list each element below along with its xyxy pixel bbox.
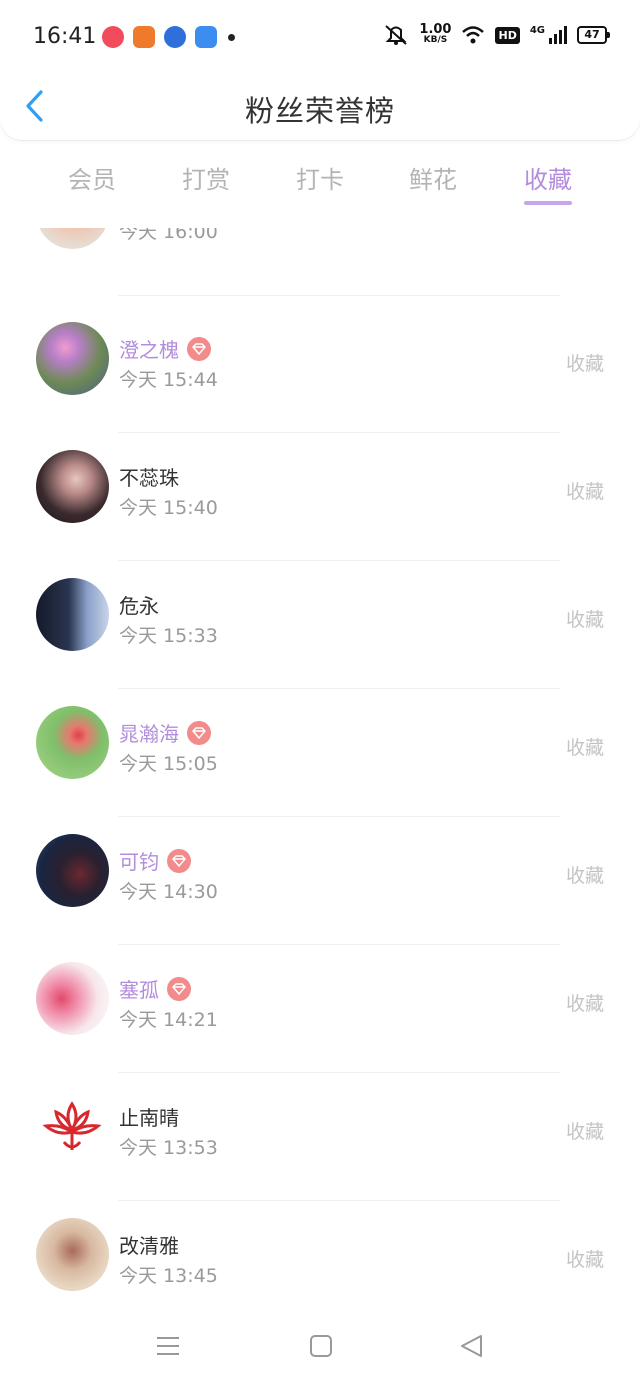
- list-item[interactable]: 止南晴 今天 13:53 收藏: [0, 1073, 640, 1201]
- item-name-text: 可钧: [119, 850, 159, 874]
- avatar[interactable]: [36, 1218, 109, 1291]
- network-speed-value: 1.00: [419, 22, 452, 37]
- app-notification-icon: [195, 26, 217, 48]
- page-title: 粉丝荣誉榜: [244, 94, 395, 128]
- battery-level: 47: [577, 26, 607, 44]
- tab-reward[interactable]: 打赏: [146, 160, 266, 195]
- home-icon[interactable]: [309, 1334, 333, 1358]
- item-time: 今天 15:05: [119, 753, 218, 775]
- item-name: 晁瀚海: [119, 718, 211, 747]
- item-time: 今天 14:30: [119, 881, 218, 903]
- tab-checkin[interactable]: 打卡: [260, 160, 380, 195]
- list-item[interactable]: 澄之槐 今天 15:44 收藏: [0, 305, 640, 433]
- list-item[interactable]: 晁瀚海 今天 15:05 收藏: [0, 689, 640, 817]
- signal-icon: [549, 26, 567, 44]
- item-action: 收藏: [565, 353, 604, 375]
- more-notifications-dot: [228, 33, 235, 41]
- status-time: 16:41: [33, 24, 97, 49]
- item-name: 止南晴: [119, 1106, 179, 1130]
- active-tab-indicator: [524, 201, 572, 205]
- item-name-text: 晁瀚海: [119, 722, 179, 746]
- item-time: 今天 13:45: [119, 1265, 218, 1287]
- avatar[interactable]: [36, 706, 109, 779]
- diamond-icon: [167, 848, 191, 873]
- item-time: 今天 15:40: [119, 497, 218, 519]
- list-item[interactable]: 危永 今天 15:33 收藏: [0, 561, 640, 689]
- item-time: 今天 13:53: [119, 1137, 218, 1159]
- app-notification-icon: [102, 26, 124, 48]
- app-notification-icon: [164, 26, 186, 48]
- wifi-icon: [462, 26, 485, 44]
- list-item[interactable]: 今天 16:00 收藏: [0, 228, 640, 296]
- avatar[interactable]: [36, 1090, 109, 1163]
- list-item[interactable]: 塞孤 今天 14:21 收藏: [0, 945, 640, 1073]
- item-action: 收藏: [565, 609, 604, 631]
- item-action: 收藏: [565, 1121, 604, 1143]
- item-name: 不蕊珠: [119, 466, 179, 490]
- fan-list[interactable]: 今天 16:00 收藏 澄之槐 今天 15:44 收藏 不蕊珠 今天 15:40…: [0, 228, 640, 1310]
- item-time: 今天 15:44: [119, 369, 218, 391]
- menu-icon[interactable]: [156, 1334, 180, 1358]
- network-speed: 1.00 KB/S: [419, 22, 452, 45]
- list-item[interactable]: 不蕊珠 今天 15:40 收藏: [0, 433, 640, 561]
- avatar[interactable]: [36, 962, 109, 1035]
- diamond-icon: [187, 336, 211, 361]
- avatar[interactable]: [36, 450, 109, 523]
- item-name-text: 塞孤: [119, 978, 159, 1002]
- avatar[interactable]: [36, 578, 109, 651]
- app-header: 粉丝荣誉榜: [0, 60, 640, 140]
- hd-badge: HD: [495, 26, 520, 44]
- item-name: 危永: [119, 594, 159, 618]
- item-time: 今天 16:00: [119, 228, 218, 243]
- item-action: 收藏: [565, 865, 604, 887]
- avatar[interactable]: [36, 834, 109, 907]
- item-name: 改清雅: [119, 1234, 179, 1258]
- item-action: 收藏: [565, 737, 604, 759]
- item-time: 今天 14:21: [119, 1009, 218, 1031]
- tab-flowers[interactable]: 鲜花: [373, 160, 493, 195]
- item-name: 澄之槐: [119, 334, 211, 363]
- list-item[interactable]: 改清雅 今天 13:45 收藏: [0, 1201, 640, 1310]
- item-action: 收藏: [565, 1249, 604, 1271]
- network-speed-unit: KB/S: [423, 35, 448, 45]
- tab-favorites[interactable]: 收藏: [488, 160, 608, 195]
- avatar[interactable]: [36, 228, 109, 249]
- tab-bar: 会员 打赏 打卡 鲜花 收藏: [0, 140, 640, 212]
- item-name: 塞孤: [119, 974, 191, 1003]
- diamond-icon: [167, 976, 191, 1001]
- battery-icon: 47: [577, 26, 610, 44]
- divider: [118, 295, 560, 296]
- network-type: 4G: [529, 24, 545, 36]
- list-item[interactable]: 可钧 今天 14:30 收藏: [0, 817, 640, 945]
- avatar[interactable]: [36, 322, 109, 395]
- item-action: 收藏: [565, 993, 604, 1015]
- papercut-flower-icon: [42, 1101, 102, 1150]
- mute-icon: [385, 25, 408, 45]
- item-name-text: 澄之槐: [119, 338, 179, 362]
- item-action: 收藏: [566, 228, 604, 229]
- notification-icons: [102, 26, 235, 48]
- app-notification-icon: [133, 26, 155, 48]
- item-action: 收藏: [565, 481, 604, 503]
- status-indicators: 1.00 KB/S HD 4G 47: [383, 22, 610, 46]
- system-nav-bar: [0, 1310, 640, 1387]
- back-triangle-icon[interactable]: [459, 1334, 483, 1358]
- item-time: 今天 15:33: [119, 625, 218, 647]
- diamond-icon: [187, 720, 211, 745]
- item-name: 可钧: [119, 846, 191, 875]
- tab-member[interactable]: 会员: [32, 160, 152, 195]
